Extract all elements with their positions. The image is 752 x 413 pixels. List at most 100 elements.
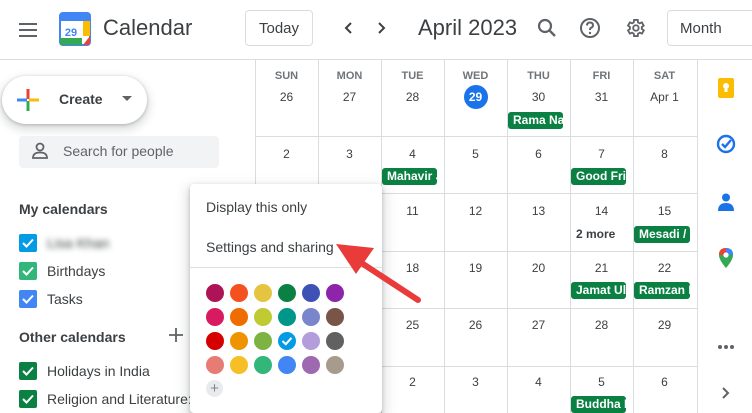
day-number[interactable]: 15 xyxy=(633,204,696,218)
add-custom-color-button[interactable]: + xyxy=(206,380,223,397)
color-swatch[interactable] xyxy=(302,284,320,302)
day-number[interactable]: 27 xyxy=(318,90,381,104)
more-options-button[interactable] xyxy=(714,335,738,359)
today-day-number[interactable]: 29 xyxy=(444,85,507,109)
color-swatch[interactable] xyxy=(230,356,248,374)
day-number[interactable]: 7 xyxy=(570,147,633,161)
create-button[interactable]: Create xyxy=(2,76,147,124)
day-number[interactable]: 8 xyxy=(633,147,696,161)
add-other-calendar-icon[interactable] xyxy=(166,325,186,345)
checkbox[interactable] xyxy=(19,262,37,280)
previous-month-button[interactable] xyxy=(337,15,361,41)
day-number[interactable]: 21 xyxy=(570,261,633,275)
search-people-input[interactable]: Search for people xyxy=(19,136,219,168)
day-number[interactable]: 26 xyxy=(444,318,507,332)
day-number[interactable]: 25 xyxy=(381,318,444,332)
color-swatch[interactable] xyxy=(326,308,344,326)
next-month-button[interactable] xyxy=(369,15,393,41)
contacts-button[interactable] xyxy=(714,190,738,214)
color-swatch[interactable] xyxy=(206,332,224,350)
other-calendar-item[interactable]: Religion and Literature: xyxy=(19,389,192,409)
color-swatch[interactable] xyxy=(254,284,272,302)
keep-button[interactable] xyxy=(714,76,738,100)
checkbox[interactable] xyxy=(19,234,37,252)
day-number[interactable]: 28 xyxy=(570,318,633,332)
checkbox[interactable] xyxy=(19,290,37,308)
color-swatch[interactable] xyxy=(206,356,224,374)
day-number[interactable]: 29 xyxy=(633,318,696,332)
color-swatch[interactable] xyxy=(278,284,296,302)
day-number[interactable]: 27 xyxy=(507,318,570,332)
more-events-link[interactable]: 2 more xyxy=(576,227,615,241)
event-chip[interactable]: Mesadi / Vaisakhi xyxy=(634,226,690,243)
day-number[interactable]: 11 xyxy=(381,204,444,218)
color-swatch[interactable] xyxy=(254,308,272,326)
color-swatch[interactable] xyxy=(278,356,296,374)
event-chip[interactable]: Ramzan Id xyxy=(634,282,690,299)
event-chip[interactable]: Jamat Ul-Vida xyxy=(571,282,626,299)
color-swatch[interactable] xyxy=(230,308,248,326)
color-swatch[interactable] xyxy=(302,356,320,374)
day-number[interactable]: 3 xyxy=(444,375,507,389)
color-swatch[interactable] xyxy=(326,356,344,374)
settings-and-sharing-item[interactable]: Settings and sharing xyxy=(206,239,334,255)
my-calendar-item[interactable]: Lisa Khan xyxy=(19,233,109,253)
day-number[interactable]: Apr 1 xyxy=(633,90,696,104)
my-calendar-item[interactable]: Tasks xyxy=(19,289,83,309)
day-number[interactable]: 22 xyxy=(633,261,696,275)
day-number[interactable]: 5 xyxy=(444,147,507,161)
day-number[interactable]: 28 xyxy=(381,90,444,104)
color-swatch[interactable] xyxy=(230,284,248,302)
day-number[interactable]: 19 xyxy=(444,261,507,275)
help-button[interactable] xyxy=(576,14,604,42)
day-number[interactable]: 13 xyxy=(507,204,570,218)
color-swatch[interactable] xyxy=(302,308,320,326)
search-button[interactable] xyxy=(533,14,561,42)
event-chip[interactable]: Buddha Purnima xyxy=(571,396,626,413)
day-number[interactable]: 2 xyxy=(255,147,318,161)
day-number[interactable]: 18 xyxy=(381,261,444,275)
main-menu-button[interactable] xyxy=(14,16,42,44)
color-swatch[interactable] xyxy=(254,332,272,350)
menu-icon-bar xyxy=(19,29,37,31)
maps-button[interactable] xyxy=(714,246,738,270)
color-swatch[interactable] xyxy=(326,284,344,302)
today-button[interactable]: Today xyxy=(245,10,313,46)
day-number[interactable]: 31 xyxy=(570,90,633,104)
event-chip[interactable]: Rama Navami xyxy=(508,112,563,129)
expand-panel-button[interactable] xyxy=(714,381,738,405)
day-number[interactable]: 6 xyxy=(633,375,696,389)
color-swatch[interactable] xyxy=(206,308,224,326)
day-number[interactable]: 12 xyxy=(444,204,507,218)
day-number[interactable]: 6 xyxy=(507,147,570,161)
day-number[interactable]: 4 xyxy=(381,147,444,161)
day-number[interactable]: 5 xyxy=(570,375,633,389)
view-selector-button[interactable]: Month xyxy=(667,10,752,46)
tasks-button[interactable] xyxy=(714,132,738,156)
color-swatch[interactable] xyxy=(230,332,248,350)
my-calendars-title[interactable]: My calendars xyxy=(19,201,108,217)
day-number[interactable]: 26 xyxy=(255,90,318,104)
my-calendar-item[interactable]: Birthdays xyxy=(19,261,105,281)
calendar-logo-icon[interactable]: 29 xyxy=(59,12,91,46)
color-swatch-selected[interactable] xyxy=(278,332,296,350)
color-swatch[interactable] xyxy=(254,356,272,374)
color-swatch[interactable] xyxy=(206,284,224,302)
day-number[interactable]: 2 xyxy=(381,375,444,389)
day-number[interactable]: 20 xyxy=(507,261,570,275)
color-swatch[interactable] xyxy=(326,332,344,350)
day-number[interactable]: 30 xyxy=(507,90,570,104)
event-chip[interactable]: Good Friday xyxy=(571,168,626,185)
day-number[interactable]: 3 xyxy=(318,147,381,161)
color-swatch[interactable] xyxy=(278,308,296,326)
other-calendars-title[interactable]: Other calendars xyxy=(19,329,126,345)
checkbox[interactable] xyxy=(19,390,37,408)
day-number[interactable]: 14 xyxy=(570,204,633,218)
day-number[interactable]: 4 xyxy=(507,375,570,389)
event-chip[interactable]: Mahavir Jayanti xyxy=(382,168,437,185)
display-this-only-item[interactable]: Display this only xyxy=(206,199,307,215)
color-swatch[interactable] xyxy=(302,332,320,350)
settings-button[interactable] xyxy=(621,14,649,42)
checkbox[interactable] xyxy=(19,362,37,380)
other-calendar-item[interactable]: Holidays in India xyxy=(19,361,150,381)
